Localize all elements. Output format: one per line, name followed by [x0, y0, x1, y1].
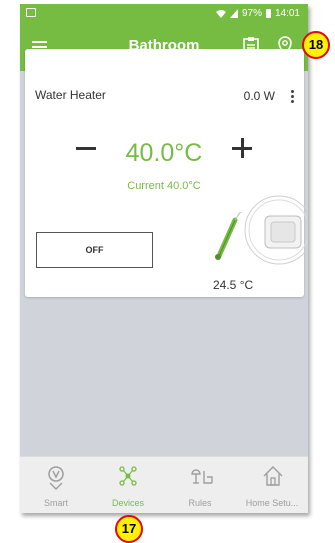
notification-icon: [26, 8, 36, 17]
water-heater-device-icon: [244, 195, 307, 265]
battery-percent: 97%: [241, 8, 262, 19]
wifi-icon: [215, 10, 226, 18]
current-temperature: Current 40.0°C: [127, 180, 201, 192]
device-name: Water Heater: [35, 88, 106, 102]
devices-network-icon: [119, 466, 137, 486]
clock: 14:01: [274, 8, 300, 19]
power-reading: 0.0 W: [243, 89, 275, 103]
signal-icon: [229, 9, 238, 18]
rules-icon: [191, 469, 213, 484]
nav-item-home-setup[interactable]: Home Setu...: [236, 457, 308, 513]
nav-item-rules[interactable]: Rules: [164, 457, 236, 513]
status-bar: 97% 14:01: [20, 4, 308, 24]
bottom-navigation: Smart Devices Rules Home Setu...: [20, 456, 308, 513]
smart-hand-icon: [48, 466, 64, 490]
probe-temperature: 24.5 °C: [213, 278, 254, 292]
nav-item-smart[interactable]: Smart: [20, 457, 92, 513]
nav-item-devices[interactable]: Devices: [92, 457, 164, 513]
nav-label-smart: Smart: [43, 498, 68, 508]
nav-label-devices: Devices: [111, 498, 144, 508]
temperature-probe-icon: [215, 212, 243, 260]
increase-temperature-button[interactable]: [232, 138, 252, 158]
off-button[interactable]: OFF: [36, 232, 153, 268]
annotation-badge-17: 17: [115, 515, 143, 543]
battery-icon: [265, 9, 271, 18]
setpoint-temperature: 40.0°C: [125, 139, 203, 167]
nav-label-rules: Rules: [188, 498, 212, 508]
more-options-icon[interactable]: [291, 90, 294, 105]
status-right: 97% 14:01: [215, 8, 300, 19]
phone-screen: 97% 14:01 Bathroom Water Heater 0.0 W 40…: [20, 4, 308, 513]
home-setup-icon: [263, 466, 283, 486]
annotation-badge-18: 18: [302, 31, 330, 59]
nav-label-home-setup: Home Setu...: [245, 498, 299, 508]
